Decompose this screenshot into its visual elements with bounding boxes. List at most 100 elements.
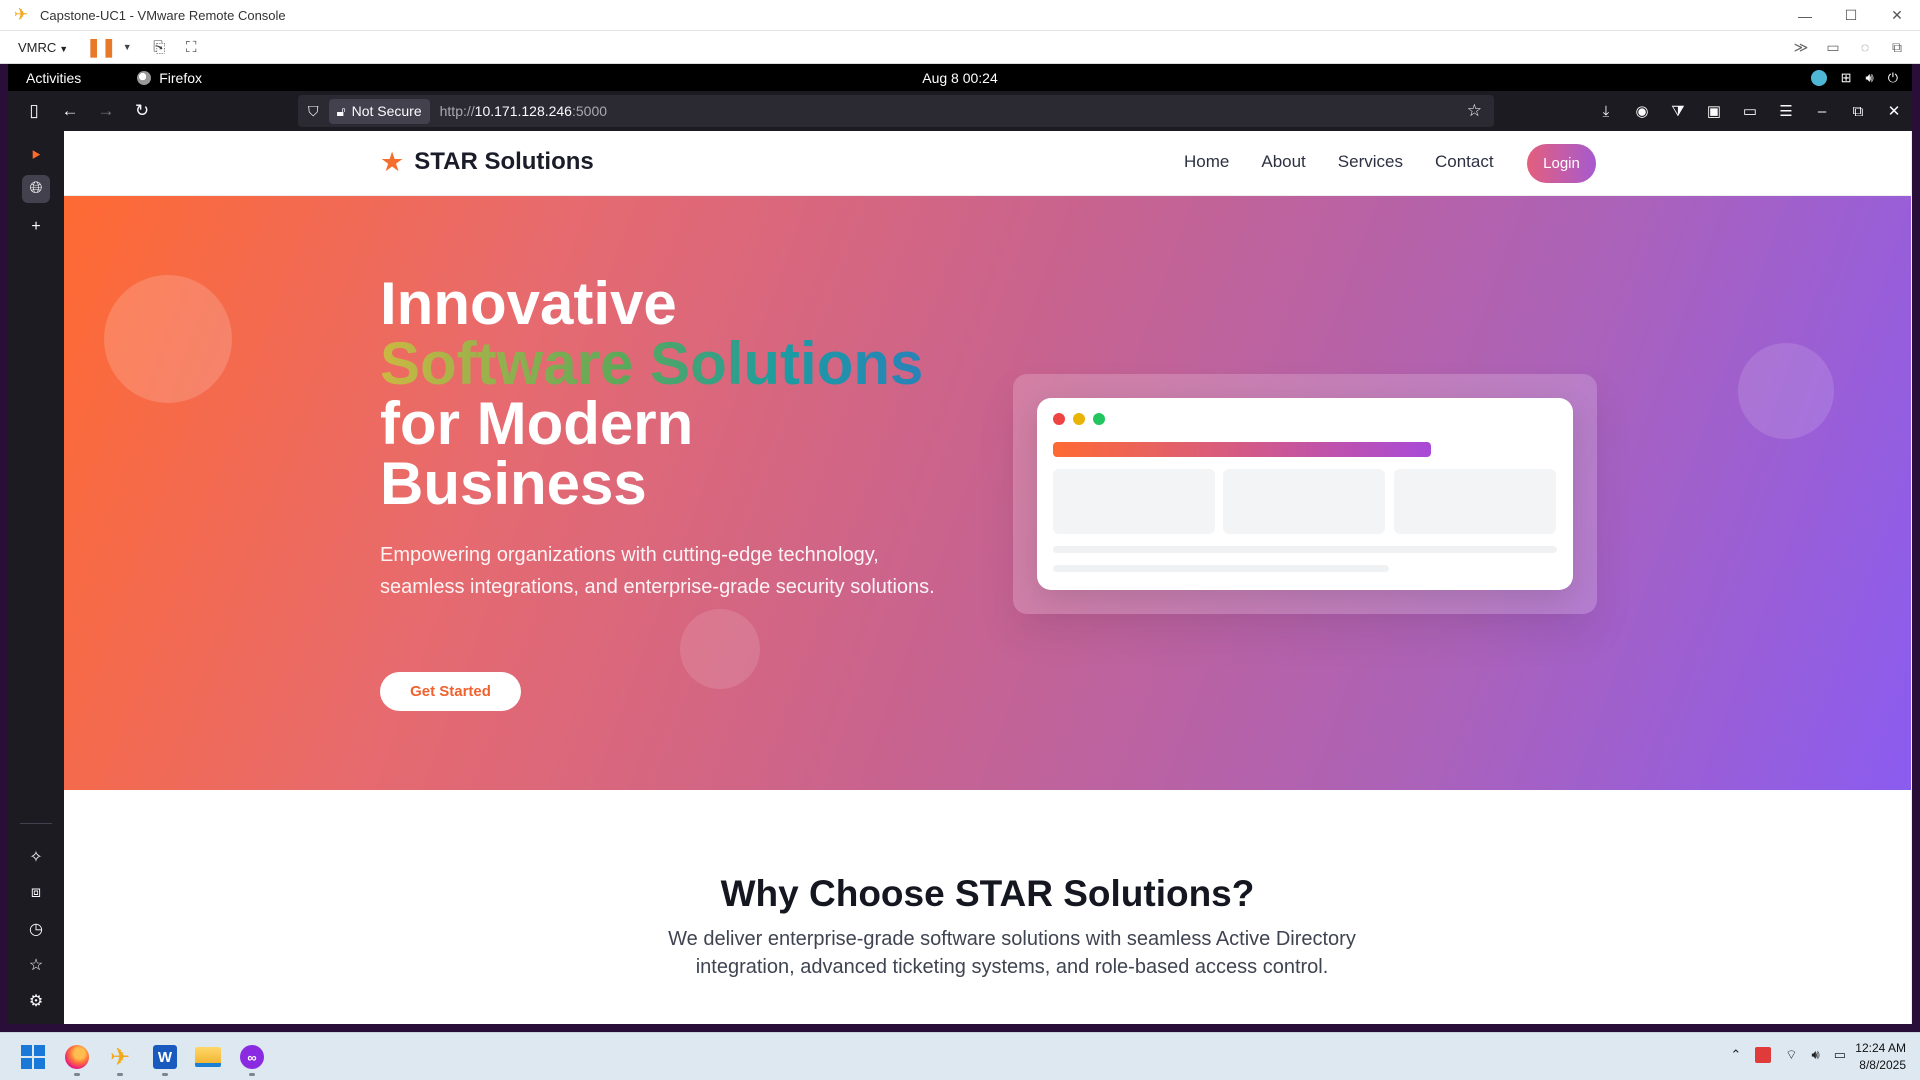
gnome-tray[interactable]: ⊞ 🔊︎ ⏻: [1810, 69, 1898, 86]
login-button[interactable]: Login: [1527, 144, 1596, 183]
fullscreen-icon[interactable]: ⛶: [178, 34, 204, 60]
sidebar-panel-icon[interactable]: ▭: [1732, 95, 1768, 127]
why-section: Why Choose STAR Solutions? We deliver en…: [64, 790, 1911, 1024]
vmrc-icon: ✈: [109, 1043, 131, 1071]
decorative-bubble: [104, 275, 232, 403]
status-icon: [1810, 69, 1827, 86]
globe-icon[interactable]: 🌐︎: [22, 175, 50, 203]
taskbar-vmrc[interactable]: ✈: [104, 1041, 136, 1076]
get-started-button[interactable]: Get Started: [380, 672, 521, 711]
taskbar-word[interactable]: W: [149, 1041, 181, 1076]
menu-icon[interactable]: ☰: [1768, 95, 1804, 127]
close-button[interactable]: ✕: [1874, 0, 1920, 31]
hero-title-line4: Business: [380, 450, 647, 517]
star-logo-icon: ★: [380, 147, 405, 177]
mock-panel: [1394, 469, 1556, 534]
forward-icon[interactable]: →: [88, 95, 124, 127]
ai-sparkle-icon[interactable]: ✧: [22, 843, 50, 871]
account-icon[interactable]: ◉: [1624, 95, 1660, 127]
firefox-icon: [65, 1045, 89, 1069]
maximize-button[interactable]: ☐: [1828, 0, 1874, 31]
url-scheme: http://: [439, 103, 475, 119]
app-menu-label: Firefox: [159, 69, 203, 86]
start-button[interactable]: [17, 1041, 49, 1073]
mock-panel: [1053, 469, 1215, 534]
tray-app-icon[interactable]: [1755, 1047, 1772, 1063]
add-icon[interactable]: +: [22, 213, 50, 241]
forward-double-icon[interactable]: ≫: [1788, 34, 1814, 60]
folder-icon: [195, 1047, 221, 1067]
taskbar-firefox[interactable]: [61, 1041, 93, 1076]
taskbar-app[interactable]: ∞: [236, 1041, 268, 1076]
vmrc-toolbar: VMRC ▼ ❚❚ ▼ ⎘ ⛶ ≫ ▭ ◌ ⧉: [0, 31, 1920, 64]
taskbar-clock[interactable]: 12:24 AM 8/8/2025: [1855, 1040, 1906, 1074]
vmrc-menu-button[interactable]: VMRC ▼: [18, 40, 68, 55]
taskbar-time: 12:24 AM: [1855, 1041, 1906, 1055]
nav-services-link[interactable]: Services: [1338, 152, 1403, 172]
mock-gradient-bar: [1053, 442, 1431, 457]
power-icon: ⏻: [1887, 69, 1898, 85]
windows-taskbar: ✈ W ∞ ⌃ ⌔ 🔊︎ ▭ 12:24 AM 8/8/2025: [0, 1032, 1920, 1080]
settings-gear-icon[interactable]: ⚙: [22, 987, 50, 1015]
battery-icon[interactable]: ▭: [1834, 1047, 1846, 1063]
network-icon[interactable]: ⧉: [1884, 34, 1910, 60]
running-indicator: [249, 1073, 255, 1076]
usb-icon[interactable]: ◌: [1852, 34, 1878, 60]
site-info-button[interactable]: 🔓︎ Not Secure: [328, 98, 430, 124]
gnome-clock[interactable]: Aug 8 00:24: [922, 70, 998, 86]
hero-illustration: [1013, 374, 1597, 614]
send-ctrl-alt-del-icon[interactable]: ⎘: [146, 34, 172, 60]
firefox-sidebar: ⯈ 🌐︎ + ✧ ⧈ ◷ ☆ ⚙: [8, 131, 64, 1024]
why-title: Why Choose STAR Solutions?: [720, 873, 1255, 914]
nav-about-link[interactable]: About: [1261, 152, 1305, 172]
minimize-button[interactable]: —: [1782, 0, 1828, 31]
containers-icon[interactable]: ▣: [1696, 95, 1732, 127]
pause-dropdown-icon[interactable]: ▼: [114, 34, 140, 60]
decorative-bubble: [1738, 343, 1834, 439]
brand-name: STAR Solutions: [414, 148, 594, 175]
nav-contact-link[interactable]: Contact: [1435, 152, 1494, 172]
taskbar-date: 8/8/2025: [1859, 1058, 1906, 1072]
history-icon[interactable]: ◷: [22, 915, 50, 943]
decorative-bubble: [680, 609, 760, 689]
ai-chatbot-icon[interactable]: ⯈: [22, 141, 50, 169]
show-hidden-icons-icon[interactable]: ⌃: [1730, 1047, 1741, 1063]
bookmarks-icon[interactable]: ☆: [22, 951, 50, 979]
taskbar-file-explorer[interactable]: [192, 1041, 224, 1073]
browser-restore-icon[interactable]: ⧉: [1840, 95, 1876, 127]
hero-title-line1: Innovative: [380, 270, 677, 337]
nav-home-link[interactable]: Home: [1184, 152, 1229, 172]
not-secure-label: Not Secure: [351, 103, 422, 119]
url-text[interactable]: http://10.171.128.246:5000: [440, 103, 607, 119]
system-tray: ⌃ ⌔ 🔊︎ ▭: [1730, 1047, 1846, 1063]
firefox-icon: [137, 70, 152, 85]
volume-icon: 🔊︎: [1865, 69, 1874, 85]
running-indicator: [162, 1073, 168, 1076]
removable-devices-icon[interactable]: ▭: [1820, 34, 1846, 60]
reload-icon[interactable]: ↻: [124, 95, 160, 127]
browser-minimize-icon[interactable]: –: [1804, 95, 1840, 127]
site-brand[interactable]: ★ STAR Solutions: [380, 147, 594, 177]
word-icon: W: [153, 1045, 177, 1069]
network-wired-icon: ⊞: [1840, 69, 1852, 85]
sidebar-divider: [20, 823, 52, 824]
window-dot-yellow: [1073, 413, 1085, 425]
extensions-icon[interactable]: ⧩: [1660, 95, 1696, 127]
speaker-icon[interactable]: 🔊︎: [1812, 1047, 1820, 1063]
bookmark-star-icon[interactable]: ☆: [1467, 101, 1482, 121]
pause-icon[interactable]: ❚❚: [86, 34, 116, 60]
url-bar[interactable]: ⛉ 🔓︎ Not Secure http://10.171.128.246:50…: [298, 95, 1494, 127]
firefox-right-tools: ⤓ ◉ ⧩ ▣ ▭ ☰ – ⧉ ✕: [1588, 95, 1912, 127]
synced-tabs-icon[interactable]: ⧈: [22, 879, 50, 907]
app-menu[interactable]: Firefox: [137, 70, 202, 86]
sidebar-toggle-icon[interactable]: ▯: [16, 95, 52, 127]
tracking-shield-icon[interactable]: ⛉: [308, 103, 319, 120]
downloads-icon[interactable]: ⤓: [1588, 95, 1624, 127]
running-indicator: [74, 1073, 80, 1076]
back-icon[interactable]: ←: [52, 95, 88, 127]
mask-app-icon: ∞: [240, 1045, 264, 1069]
activities-button[interactable]: Activities: [26, 70, 81, 86]
wifi-icon[interactable]: ⌔: [1785, 1047, 1797, 1063]
why-description: We deliver enterprise-grade software sol…: [668, 928, 1356, 978]
browser-close-icon[interactable]: ✕: [1876, 95, 1912, 127]
